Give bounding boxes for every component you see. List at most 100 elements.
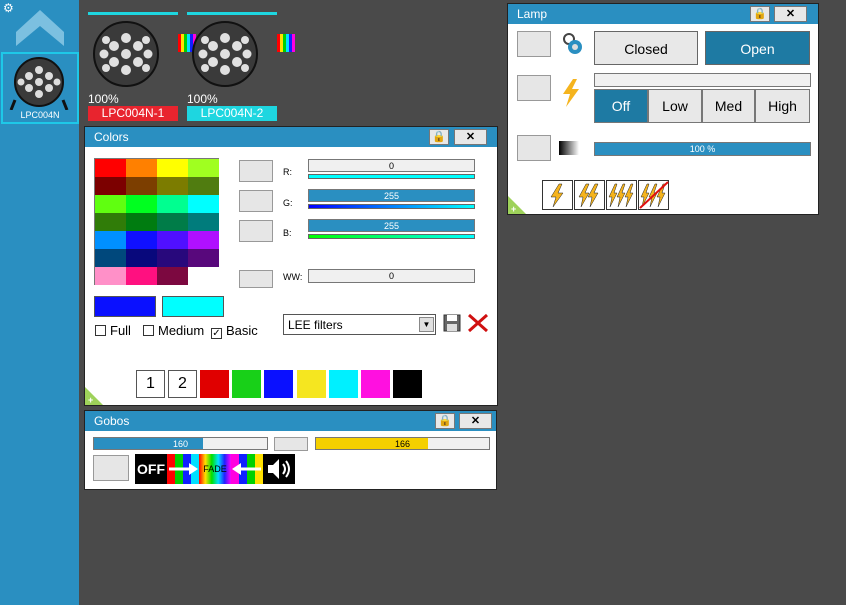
color-swatch[interactable] xyxy=(95,195,126,213)
shutter-open-button[interactable]: Open xyxy=(705,31,810,65)
preset-color-black[interactable] xyxy=(393,370,422,398)
power-reset-button[interactable] xyxy=(517,75,551,101)
dimmer-gradient-icon xyxy=(559,141,579,155)
red-value: 0 xyxy=(388,161,394,171)
colors-panel-titlebar[interactable]: Colors 🔒 ✕ xyxy=(85,127,497,147)
color-swatch[interactable] xyxy=(188,267,219,285)
gobo-reset-button[interactable] xyxy=(274,437,308,451)
power-high-button[interactable]: High xyxy=(755,89,810,123)
red-gradient-bar xyxy=(308,174,475,179)
filter-medium-label: Medium xyxy=(158,323,205,338)
color-swatch[interactable] xyxy=(157,231,188,249)
color-swatch[interactable] xyxy=(126,213,157,231)
gobos-panel-titlebar[interactable]: Gobos 🔒 ✕ xyxy=(85,411,496,431)
color-swatch[interactable] xyxy=(157,267,188,285)
color-swatch[interactable] xyxy=(157,249,188,267)
preset-2-button[interactable]: 2 xyxy=(168,370,197,398)
strobe-icons[interactable] xyxy=(542,180,670,210)
power-slider[interactable] xyxy=(594,73,811,87)
lock-icon[interactable]: 🔒 xyxy=(435,413,455,429)
save-icon[interactable] xyxy=(443,314,461,332)
color-swatch[interactable] xyxy=(188,249,219,267)
sidebar-fixture-item[interactable]: LPC004N xyxy=(1,52,79,124)
gobos-panel: Gobos 🔒 ✕ 160 166 OFF FADE xyxy=(84,410,497,490)
power-low-button[interactable]: Low xyxy=(648,89,702,123)
gobo-clear-button[interactable] xyxy=(93,455,129,481)
blue-slider[interactable]: 255 xyxy=(308,219,475,232)
dimmer-slider[interactable]: 100 % xyxy=(594,142,811,156)
lock-icon[interactable]: 🔒 xyxy=(750,6,770,22)
par-light-icon xyxy=(93,21,159,87)
color-swatch[interactable] xyxy=(157,177,188,195)
color-swatch[interactable] xyxy=(95,159,126,177)
power-med-button[interactable]: Med xyxy=(702,89,755,123)
gobo-fade-button[interactable]: FADE xyxy=(199,454,231,484)
color-swatch[interactable] xyxy=(126,177,157,195)
shutter-reset-button[interactable] xyxy=(517,31,551,57)
preset-1-button[interactable]: 1 xyxy=(136,370,165,398)
plus-icon: + xyxy=(511,204,517,214)
color-swatch[interactable] xyxy=(157,195,188,213)
fixture-tile-2[interactable]: 100% LPC004N-2 xyxy=(187,12,295,122)
color-swatch[interactable] xyxy=(95,177,126,195)
preset-color-red[interactable] xyxy=(200,370,229,398)
sound-active-icon[interactable] xyxy=(263,454,295,484)
color-swatch[interactable] xyxy=(188,231,219,249)
dimmer-reset-button[interactable] xyxy=(517,135,551,161)
color-swatch[interactable] xyxy=(95,249,126,267)
close-icon[interactable]: ✕ xyxy=(454,129,487,145)
preset-color-yellow[interactable] xyxy=(297,370,326,398)
shutter-closed-button[interactable]: Closed xyxy=(594,31,698,65)
gear-icon[interactable]: ⚙ xyxy=(3,2,14,14)
color-swatch[interactable] xyxy=(188,159,219,177)
lock-icon[interactable]: 🔒 xyxy=(429,129,449,145)
color-swatch[interactable] xyxy=(126,159,157,177)
power-off-button[interactable]: Off xyxy=(594,89,648,123)
red-reset-button[interactable] xyxy=(239,160,273,182)
red-slider[interactable]: 0 xyxy=(308,159,475,172)
checkbox-box xyxy=(143,325,154,336)
preset-color-green[interactable] xyxy=(232,370,261,398)
filter-select[interactable]: LEE filters ▼ xyxy=(283,314,436,335)
filter-basic-label: Basic xyxy=(226,323,258,338)
color-swatch[interactable] xyxy=(95,231,126,249)
color-swatch[interactable] xyxy=(95,267,126,285)
color-swatch[interactable] xyxy=(157,213,188,231)
gobo-slider-2[interactable]: 166 xyxy=(315,437,490,450)
preset-color-cyan[interactable] xyxy=(329,370,358,398)
preset-color-blue[interactable] xyxy=(264,370,293,398)
chevron-down-icon[interactable]: ▼ xyxy=(419,317,434,332)
filter-full-checkbox[interactable]: Full xyxy=(95,323,131,338)
color-swatch[interactable] xyxy=(126,249,157,267)
panel-title: Lamp xyxy=(517,7,548,21)
color-swatch[interactable] xyxy=(126,195,157,213)
color-swatch[interactable] xyxy=(95,213,126,231)
current-color-swatch xyxy=(94,296,156,317)
chevron-up-icon[interactable] xyxy=(16,10,64,46)
color-swatch[interactable] xyxy=(188,195,219,213)
lamp-panel-titlebar[interactable]: Lamp 🔒 ✕ xyxy=(508,4,818,24)
check-icon: ✓ xyxy=(211,328,222,339)
green-slider[interactable]: 255 xyxy=(308,189,475,202)
blue-value: 255 xyxy=(383,221,400,231)
color-swatch[interactable] xyxy=(157,159,188,177)
filter-basic-checkbox[interactable]: ✓ Basic xyxy=(211,323,258,339)
blue-reset-button[interactable] xyxy=(239,220,273,242)
green-reset-button[interactable] xyxy=(239,190,273,212)
close-icon[interactable]: ✕ xyxy=(774,6,807,22)
close-icon[interactable]: ✕ xyxy=(459,413,492,429)
color-swatch[interactable] xyxy=(188,213,219,231)
color-swatch[interactable] xyxy=(126,267,157,285)
gobo-off-button[interactable]: OFF xyxy=(135,454,167,484)
color-wheel-forward-icon[interactable] xyxy=(167,454,199,484)
filter-medium-checkbox[interactable]: Medium xyxy=(143,323,204,338)
gobo-slider-1[interactable]: 160 xyxy=(93,437,268,450)
delete-icon[interactable] xyxy=(467,313,489,333)
ww-reset-button[interactable] xyxy=(239,270,273,288)
preset-color-magenta[interactable] xyxy=(361,370,390,398)
ww-slider[interactable]: 0 xyxy=(308,269,475,283)
color-swatch[interactable] xyxy=(126,231,157,249)
fixture-tile-1[interactable]: 100% LPC004N-1 xyxy=(88,12,196,122)
color-wheel-reverse-icon[interactable] xyxy=(231,454,263,484)
color-swatch[interactable] xyxy=(188,177,219,195)
